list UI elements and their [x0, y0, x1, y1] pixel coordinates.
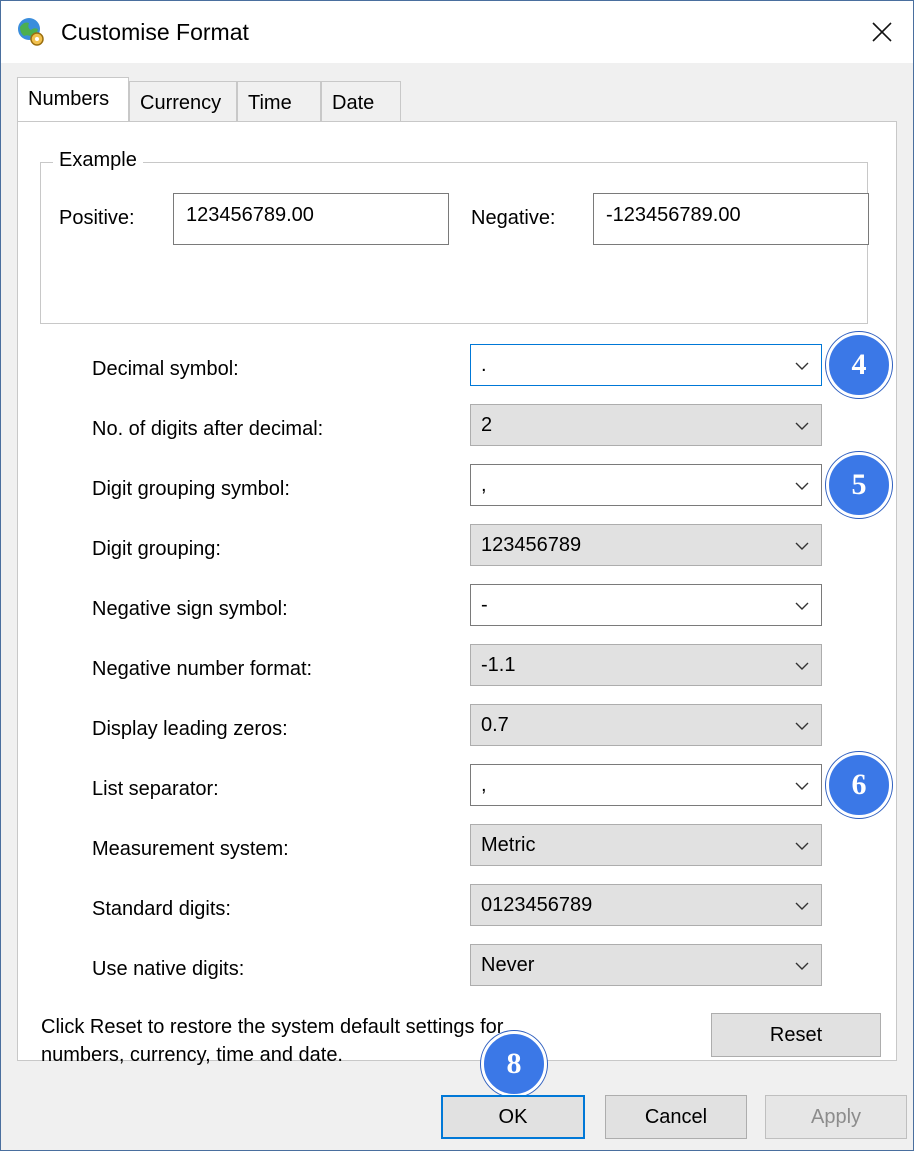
customise-format-dialog: Customise Format Numbers Currency Time D… [0, 0, 914, 1151]
positive-example-value: 123456789.00 [186, 204, 314, 226]
negative-number-format-value: -1.1 [481, 654, 516, 676]
chevron-down-icon [795, 602, 809, 610]
digit-grouping-value: 123456789 [481, 534, 582, 556]
measurement-system-combo[interactable]: Metric [470, 824, 822, 866]
chevron-down-icon [795, 662, 809, 670]
example-legend: Example [53, 149, 143, 172]
reset-note-line1: Click Reset to restore the system defaul… [41, 1016, 504, 1038]
globe-settings-icon [15, 15, 45, 47]
negative-sign-symbol-combo[interactable]: - [470, 584, 822, 626]
chevron-down-icon [795, 422, 809, 430]
cancel-button-label: Cancel [644, 1105, 708, 1128]
negative-label: Negative: [471, 207, 556, 229]
chevron-down-icon [795, 962, 809, 970]
tab-label: Numbers [28, 88, 110, 110]
digit-grouping-symbol-combo[interactable]: , [470, 464, 822, 506]
reset-note: Click Reset to restore the system defaul… [41, 1013, 661, 1069]
list-separator-value: , [481, 774, 487, 796]
digit-grouping-symbol-value: , [481, 474, 487, 496]
native-digits-label: Use native digits: [92, 958, 245, 980]
standard-digits-combo[interactable]: 0123456789 [470, 884, 822, 926]
leading-zeros-value: 0.7 [481, 714, 509, 736]
callout-badge-grouping: 5 [826, 452, 892, 518]
decimal-symbol-combo[interactable]: . [470, 344, 822, 386]
reset-button[interactable]: Reset [711, 1013, 881, 1057]
ok-button-label: OK [498, 1105, 528, 1128]
chevron-down-icon [795, 482, 809, 490]
negative-number-format-combo[interactable]: -1.1 [470, 644, 822, 686]
dialog-title: Customise Format [61, 19, 249, 45]
digit-grouping-label: Digit grouping: [92, 538, 221, 560]
numbers-tab-panel: Example Positive: 123456789.00 Negative:… [17, 121, 897, 1061]
chevron-down-icon [795, 722, 809, 730]
standard-digits-value: 0123456789 [481, 894, 593, 916]
digit-grouping-combo[interactable]: 123456789 [470, 524, 822, 566]
negative-number-format-label: Negative number format: [92, 658, 313, 680]
tab-currency[interactable]: Currency [129, 81, 237, 121]
leading-zeros-label: Display leading zeros: [92, 718, 288, 740]
reset-note-line2: numbers, currency, time and date. [41, 1044, 343, 1066]
tab-numbers[interactable]: Numbers [17, 77, 129, 121]
callout-badge-list: 6 [826, 752, 892, 818]
tab-label: Time [248, 92, 292, 114]
chevron-down-icon [795, 362, 809, 370]
positive-example-field: 123456789.00 [173, 193, 449, 245]
callout-badge-decimal: 4 [826, 332, 892, 398]
negative-example-value: -123456789.00 [606, 204, 741, 226]
tab-time[interactable]: Time [237, 81, 321, 121]
positive-label: Positive: [59, 207, 135, 229]
chevron-down-icon [795, 842, 809, 850]
negative-sign-symbol-label: Negative sign symbol: [92, 598, 288, 620]
native-digits-combo[interactable]: Never [470, 944, 822, 986]
standard-digits-label: Standard digits: [92, 898, 231, 920]
apply-button[interactable]: Apply [765, 1095, 907, 1139]
tab-date[interactable]: Date [321, 81, 401, 121]
digits-after-decimal-label: No. of digits after decimal: [92, 418, 324, 440]
digits-after-decimal-combo[interactable]: 2 [470, 404, 822, 446]
leading-zeros-combo[interactable]: 0.7 [470, 704, 822, 746]
example-group: Example Positive: 123456789.00 Negative:… [40, 149, 869, 324]
callout-badge-ok: 8 [481, 1031, 547, 1097]
cancel-button[interactable]: Cancel [605, 1095, 747, 1139]
reset-button-label: Reset [769, 1023, 823, 1046]
ok-button[interactable]: OK [441, 1095, 585, 1139]
negative-sign-symbol-value: - [481, 594, 488, 616]
negative-example-field: -123456789.00 [593, 193, 869, 245]
measurement-system-label: Measurement system: [92, 838, 289, 860]
chevron-down-icon [795, 542, 809, 550]
title-bar: Customise Format [1, 1, 913, 63]
decimal-symbol-value: . [481, 354, 487, 376]
apply-button-label: Apply [810, 1105, 862, 1128]
list-separator-label: List separator: [92, 778, 219, 800]
close-icon [872, 22, 892, 42]
chevron-down-icon [795, 782, 809, 790]
tab-label: Date [332, 92, 375, 114]
tab-label: Currency [140, 92, 222, 114]
digits-after-decimal-value: 2 [481, 414, 493, 436]
decimal-symbol-label: Decimal symbol: [92, 358, 239, 380]
list-separator-combo[interactable]: , [470, 764, 822, 806]
chevron-down-icon [795, 902, 809, 910]
digit-grouping-symbol-label: Digit grouping symbol: [92, 478, 290, 500]
measurement-system-value: Metric [481, 834, 536, 856]
close-button[interactable] [851, 1, 913, 63]
native-digits-value: Never [481, 954, 535, 976]
